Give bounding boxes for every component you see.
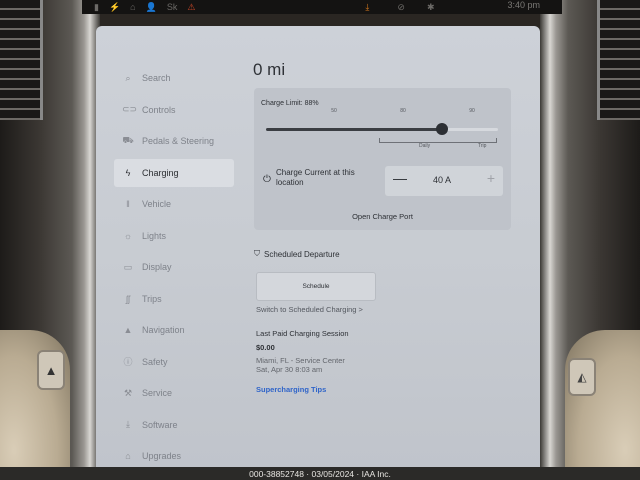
- sidebar-item-navigation[interactable]: ▲ Navigation: [114, 316, 234, 344]
- auction-watermark: 000-38852748 · 03/05/2024 · IAA Inc.: [0, 467, 640, 480]
- display-icon: ▭: [123, 261, 133, 272]
- sidebar-item-search[interactable]: ⌕ Search: [114, 64, 234, 92]
- last-session-title: Last Paid Charging Session: [256, 329, 349, 338]
- sidebar-item-software[interactable]: ⤓ Software: [114, 411, 234, 439]
- sidebar-item-label: Search: [142, 73, 171, 83]
- sidebar-item-label: Vehicle: [142, 199, 172, 209]
- daily-label: Daily: [419, 143, 431, 149]
- shield-clock-icon: ⛉: [254, 249, 260, 258]
- sidebar-item-controls[interactable]: ⊂⊃ Controls: [114, 96, 234, 124]
- bag-icon: ⌂: [125, 451, 131, 461]
- slider-fill: [266, 128, 443, 131]
- tick-label: 90: [469, 108, 475, 114]
- sidebar-item-label: Upgrades: [142, 451, 182, 461]
- sidebar-item-label: Controls: [142, 104, 176, 115]
- charge-current-row: ⏻ Charge Current at this location — 40 A…: [261, 166, 505, 196]
- hazard-icon: ▲: [37, 350, 65, 390]
- scheduled-departure-heading: ⛉ Scheduled Departure: [254, 249, 340, 259]
- sidebar-item-label: Software: [142, 419, 178, 430]
- sidebar-item-charging[interactable]: ϟ Charging: [114, 158, 234, 187]
- warning-icon: ⚠: [187, 1, 196, 12]
- lightning-icon: ⚡: [108, 1, 121, 12]
- supercharging-tips-link[interactable]: Supercharging Tips: [256, 385, 326, 394]
- schedule-button[interactable]: Schedule: [256, 272, 376, 301]
- right-leather-trim: [565, 330, 640, 480]
- bluetooth-icon: ✱: [426, 1, 435, 12]
- sidebar-item-label: Pedals & Steering: [142, 136, 215, 146]
- user-name[interactable]: Sk: [167, 2, 178, 12]
- sidebar-item-upgrades[interactable]: ⌂ Upgrades: [114, 442, 234, 470]
- range-display: 0 mi: [253, 60, 286, 79]
- plug-icon: ⏻: [263, 174, 271, 185]
- toggle-icon: ⊂⊃: [122, 104, 138, 114]
- last-session-location: Miami, FL - Service Center: [256, 356, 345, 365]
- status-bar: ▮ ⚡ ⌂ 👤 Sk ⚠ ⤓ ⊘ ✱ 3:40 pm: [82, 0, 562, 14]
- scheduled-departure-label: Scheduled Departure: [264, 249, 340, 259]
- left-air-vent: [0, 0, 43, 120]
- sidebar-item-label: Service: [142, 388, 173, 398]
- charge-settings-card: Charge Limit: 88% 50 80 90 Daily Trip ⏻ …: [254, 88, 511, 230]
- sidebar-item-label: Display: [142, 262, 172, 272]
- sidebar-item-trips[interactable]: ʃʃ Trips: [114, 285, 234, 313]
- info-circle-icon: ⓘ: [123, 357, 133, 367]
- touchscreen: ⌕ Search ⊂⊃ Controls ⛟ Pedals & Steering…: [96, 26, 540, 472]
- trips-icon: ʃʃ: [126, 293, 130, 304]
- glovebox-icon: ◭: [568, 358, 596, 396]
- battery-icon: ▮: [94, 1, 99, 12]
- sidebar-item-lights[interactable]: ☼ Lights: [114, 222, 234, 250]
- wrench-icon: ⚒: [123, 387, 133, 398]
- sidebar-item-label: Navigation: [142, 325, 185, 335]
- slider-thumb[interactable]: [436, 123, 449, 135]
- charge-limit-slider[interactable]: [266, 128, 498, 131]
- last-session-cost: $0.00: [256, 343, 275, 352]
- sidebar-item-service[interactable]: ⚒ Service: [114, 379, 234, 407]
- user-icon[interactable]: 👤: [146, 2, 157, 13]
- sidebar-item-label: Charging: [142, 167, 179, 178]
- charge-current-value: 40 A: [433, 175, 452, 185]
- last-session-date: Sat, Apr 30 8:03 am: [256, 365, 323, 374]
- sidebar-item-label: Lights: [142, 230, 167, 241]
- sidebar-item-vehicle[interactable]: ǁ Vehicle: [114, 190, 234, 218]
- no-signal-icon: ⊘: [397, 1, 405, 12]
- sliders-icon: ǁ: [126, 199, 130, 209]
- open-charge-port-button[interactable]: Open Charge Port: [254, 212, 511, 221]
- sidebar-item-display[interactable]: ▭ Display: [114, 253, 234, 281]
- switch-to-scheduled-charging-link[interactable]: Switch to Scheduled Charging >: [256, 305, 363, 314]
- right-air-vent: [597, 0, 640, 120]
- sidebar-item-safety[interactable]: ⓘ Safety: [114, 348, 234, 376]
- download-icon: ⤓: [126, 419, 130, 429]
- lightning-icon: ϟ: [125, 167, 131, 178]
- download-icon: ⤓: [365, 1, 370, 12]
- sidebar-item-pedals-steering[interactable]: ⛟ Pedals & Steering: [114, 127, 234, 155]
- navigation-arrow-icon: ▲: [123, 325, 133, 335]
- increase-current-button[interactable]: +: [487, 170, 495, 186]
- trip-label: Trip: [478, 143, 487, 149]
- sidebar-item-label: Trips: [142, 293, 162, 304]
- clock: 3:40 pm: [507, 0, 540, 10]
- charge-current-label: Charge Current at this location: [276, 168, 355, 187]
- home-icon: ⌂: [130, 2, 136, 12]
- sun-icon: ☼: [123, 230, 133, 241]
- slider-ticks: 50 80 90: [266, 108, 498, 118]
- tick-label: 50: [331, 108, 337, 114]
- tick-label: 80: [400, 108, 406, 114]
- sidebar-item-label: Safety: [142, 356, 168, 367]
- car-icon: ⛟: [122, 135, 134, 145]
- charge-limit-label: Charge Limit: 88%: [261, 100, 319, 107]
- search-icon: ⌕: [125, 72, 131, 83]
- settings-sidebar: ⌕ Search ⊂⊃ Controls ⛟ Pedals & Steering…: [114, 64, 234, 472]
- decrease-current-button[interactable]: —: [393, 170, 407, 186]
- charge-current-stepper: — 40 A +: [385, 166, 503, 196]
